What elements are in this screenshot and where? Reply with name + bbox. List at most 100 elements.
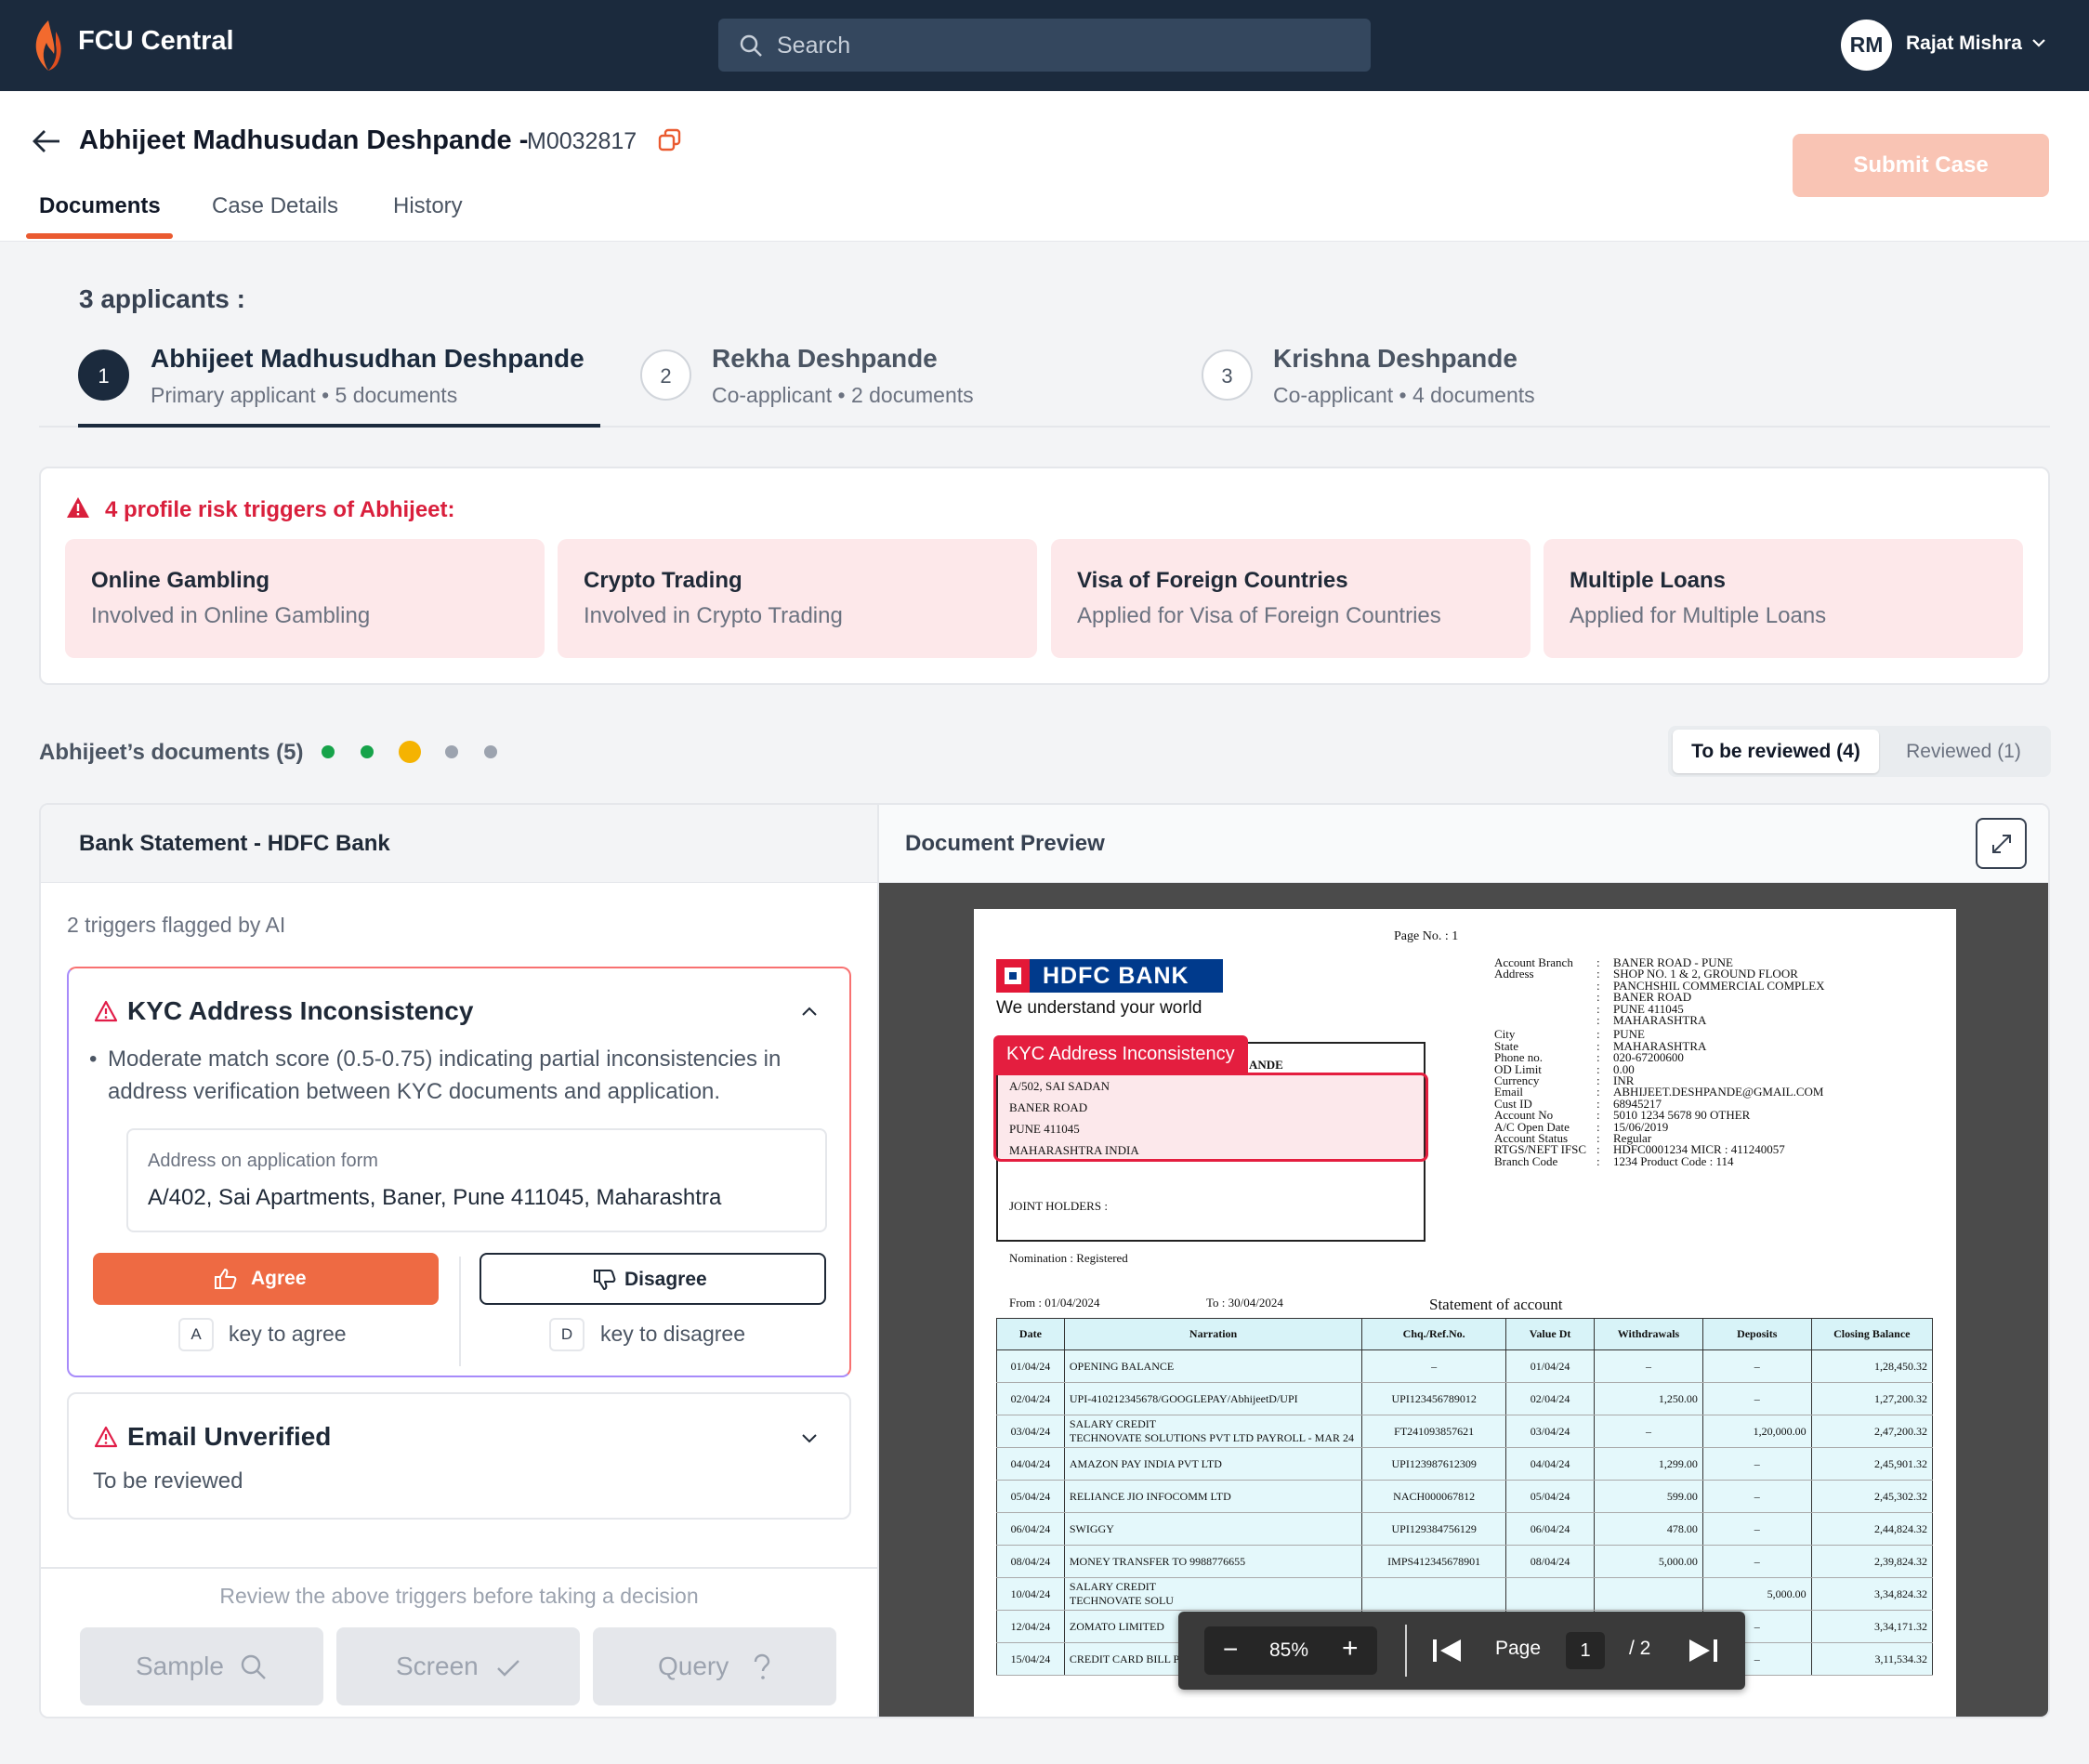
doc-status-dot[interactable]: [445, 745, 458, 758]
risk-triggers-title: 4 profile risk triggers of Abhijeet:: [105, 497, 455, 522]
table-cell: NACH000067812: [1361, 1480, 1507, 1513]
customer-name-fragment: ANDE: [1249, 1058, 1283, 1072]
case-header: Abhijeet Madhusudan Deshpande - M0032817…: [0, 91, 2089, 242]
bank-logo: HDFC BANK: [996, 959, 1223, 993]
table-cell: –: [1594, 1415, 1703, 1448]
zoom-control: − 85% +: [1204, 1626, 1377, 1675]
risk-item-title: Multiple Loans: [1570, 568, 1726, 593]
table-cell: –: [1594, 1349, 1703, 1383]
toolbar-divider: [1405, 1625, 1407, 1677]
applicant-sub: Primary applicant • 5 documents: [151, 383, 458, 407]
warning-icon: [67, 497, 89, 518]
applicant-number: 2: [640, 349, 691, 401]
first-page-icon[interactable]: [1431, 1638, 1463, 1664]
risk-item-title: Crypto Trading: [584, 568, 742, 593]
table-cell: –: [1701, 1382, 1812, 1415]
table-cell: 05/04/24: [996, 1480, 1065, 1513]
table-header-cell: Date: [996, 1318, 1065, 1350]
trigger-card-kyc: KYC Address Inconsistency Moderate match…: [67, 967, 851, 1377]
risk-item: Visa of Foreign Countries Applied for Vi…: [1051, 539, 1531, 658]
table-cell: [1594, 1577, 1703, 1611]
page-label: Page: [1495, 1638, 1542, 1659]
risk-item: Multiple Loans Applied for Multiple Loan…: [1544, 539, 2023, 658]
query-button[interactable]: Query: [593, 1627, 836, 1705]
tab-history[interactable]: History: [393, 193, 463, 219]
table-cell: OPENING BALANCE: [1063, 1349, 1363, 1383]
user-name[interactable]: Rajat Mishra: [1906, 33, 2022, 55]
zoom-in-button[interactable]: +: [1342, 1633, 1359, 1665]
expand-button[interactable]: [1976, 818, 2027, 869]
table-cell: 02/04/24: [1505, 1382, 1596, 1415]
disagree-key-hint: key to disagree: [600, 1322, 745, 1346]
account-colon: :: [1596, 1013, 1600, 1027]
preview-title: Document Preview: [905, 831, 1105, 856]
customer-address-line: MAHARASHTRA INDIA: [1009, 1143, 1139, 1157]
risk-item-desc: Applied for Multiple Loans: [1570, 603, 1827, 628]
total-pages: / 2: [1629, 1638, 1651, 1659]
table-header-cell: Deposits: [1701, 1318, 1812, 1350]
doc-status-dot[interactable]: [484, 745, 497, 758]
documents-title: Abhijeet’s documents (5): [39, 740, 304, 765]
doc-status-dot[interactable]: [361, 745, 374, 758]
table-cell: –: [1701, 1545, 1812, 1578]
document-review-panel: Bank Statement - HDFC Bank Document Prev…: [39, 803, 2050, 1718]
chevron-down-icon[interactable]: [2031, 37, 2046, 48]
tab-case-details[interactable]: Case Details: [212, 193, 338, 219]
table-header-cell: Withdrawals: [1594, 1318, 1703, 1350]
copy-icon[interactable]: [657, 127, 683, 153]
trigger-card-email[interactable]: Email Unverified To be reviewed: [67, 1392, 851, 1520]
statement-title: Statement of account: [1429, 1296, 1563, 1313]
chevron-down-icon[interactable]: [801, 1433, 818, 1444]
document-preview[interactable]: Page No. : 1 HDFC BANK We understand you…: [877, 883, 2048, 1717]
tab-documents[interactable]: Documents: [39, 193, 161, 219]
decision-footer: Review the above triggers before taking …: [41, 1567, 877, 1717]
page-number-text: Page No. : 1: [1394, 929, 1459, 943]
statement-from: From : 01/04/2024: [1009, 1296, 1100, 1310]
warning-outline-icon: [94, 1000, 118, 1022]
table-cell: MONEY TRANSFER TO 9988776655: [1063, 1545, 1363, 1578]
bank-tagline: We understand your world: [996, 998, 1202, 1018]
table-cell: 2,45,302.32: [1810, 1480, 1934, 1513]
screen-button[interactable]: Screen: [336, 1627, 580, 1705]
agree-button[interactable]: Agree: [93, 1253, 439, 1305]
sample-button[interactable]: Sample: [80, 1627, 323, 1705]
back-arrow-icon[interactable]: [32, 128, 61, 154]
sample-label: Sample: [136, 1652, 224, 1680]
table-cell: FT241093857621: [1361, 1415, 1507, 1448]
disagree-button[interactable]: Disagree: [480, 1253, 826, 1305]
trigger-description: Moderate match score (0.5-0.75) indicati…: [89, 1043, 814, 1108]
trigger-title: KYC Address Inconsistency: [127, 996, 474, 1025]
question-icon: [754, 1653, 770, 1679]
footer-hint: Review the above triggers before taking …: [219, 1584, 699, 1608]
thumbs-down-icon: [594, 1270, 616, 1290]
table-cell: 3,34,171.32: [1810, 1610, 1934, 1643]
applicant-name: Krishna Deshpande: [1273, 344, 1517, 373]
search-bar[interactable]: Search: [718, 19, 1371, 72]
filter-to-be-reviewed[interactable]: To be reviewed (4): [1673, 730, 1879, 773]
submit-case-button[interactable]: Submit Case: [1793, 134, 2049, 197]
doc-status-dot[interactable]: [322, 745, 335, 758]
customer-address-line: A/502, SAI SADAN: [1009, 1079, 1110, 1093]
search-icon: [241, 1654, 266, 1679]
expand-icon: [1992, 835, 2011, 853]
chevron-up-icon[interactable]: [801, 1006, 818, 1017]
warning-outline-icon: [94, 1426, 118, 1448]
applicants-title: 3 applicants :: [79, 284, 245, 313]
agree-key-chip: A: [178, 1318, 214, 1351]
customer-address-line: BANER ROAD: [1009, 1100, 1088, 1114]
address-label: Address on application form: [148, 1151, 378, 1171]
avatar[interactable]: RM: [1841, 20, 1892, 71]
table-cell: 04/04/24: [996, 1447, 1065, 1481]
doc-status-dot-current[interactable]: [399, 741, 421, 763]
account-value: 1234 Product Code : 114: [1613, 1153, 1734, 1168]
zoom-out-button[interactable]: −: [1223, 1635, 1238, 1665]
table-cell: –: [1701, 1349, 1812, 1383]
last-page-icon[interactable]: [1688, 1638, 1719, 1664]
current-page-input[interactable]: 1: [1566, 1632, 1605, 1669]
filter-reviewed[interactable]: Reviewed (1): [1879, 730, 2048, 773]
table-header-cell: Narration: [1063, 1318, 1363, 1350]
table-row: 08/04/24 MONEY TRANSFER TO 9988776655 IMPS…: [996, 1545, 1934, 1578]
table-cell: UPI123987612309: [1361, 1447, 1507, 1481]
applicant-sub: Co-applicant • 4 documents: [1273, 383, 1535, 407]
agree-label: Agree: [251, 1268, 307, 1289]
